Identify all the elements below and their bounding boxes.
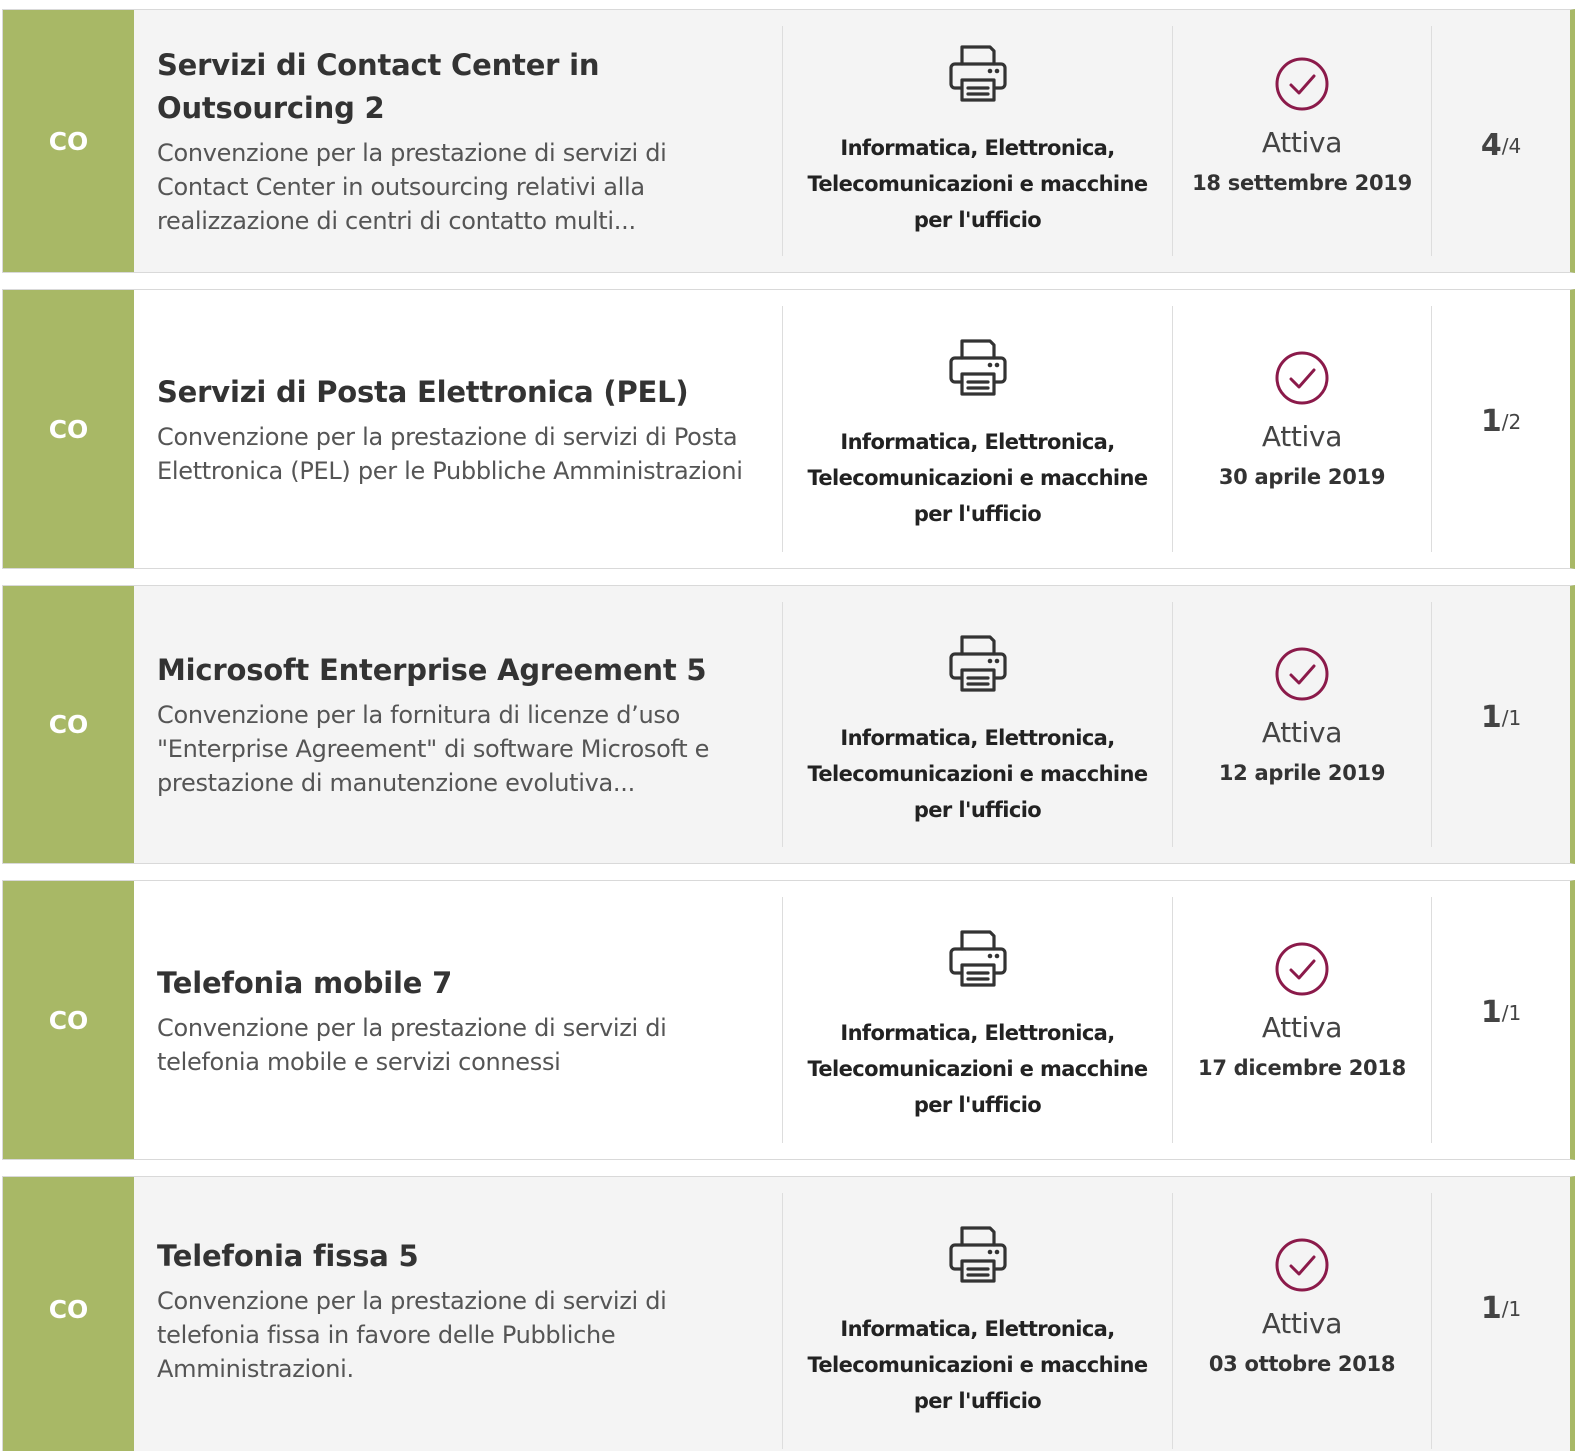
lot-count: 4/4 xyxy=(1432,10,1570,272)
convention-card[interactable]: CO Servizi di Posta Elettronica (PEL) Co… xyxy=(2,289,1575,569)
printer-icon xyxy=(948,1226,1007,1283)
convention-card[interactable]: CO Microsoft Enterprise Agreement 5 Conv… xyxy=(2,585,1575,864)
category-label: Informatica, Elettronica, Telecomunicazi… xyxy=(807,1317,1148,1413)
card-description: Convenzione per la prestazione di serviz… xyxy=(157,139,667,235)
status-cell: Attiva 18 settembre 2019 xyxy=(1172,26,1432,256)
status-cell: Attiva 17 dicembre 2018 xyxy=(1172,897,1432,1143)
type-code: CO xyxy=(48,1005,89,1035)
category-cell: Informatica, Elettronica, Telecomunicazi… xyxy=(782,306,1172,552)
lot-count-active: 1 xyxy=(1480,700,1502,735)
lot-count-total: 1 xyxy=(1508,706,1522,730)
card-info: Telefonia mobile 7 Convenzione per la pr… xyxy=(134,881,782,1159)
status-date: 17 dicembre 2018 xyxy=(1198,1056,1406,1080)
lot-count-separator: / xyxy=(1501,134,1509,158)
status-label: Attiva xyxy=(1261,1011,1343,1044)
convention-card[interactable]: CO Telefonia fissa 5 Convenzione per la … xyxy=(2,1176,1575,1451)
status-label: Attiva xyxy=(1261,420,1343,453)
lot-count-total: 2 xyxy=(1508,410,1522,434)
category-cell: Informatica, Elettronica, Telecomunicazi… xyxy=(782,602,1172,847)
status-label: Attiva xyxy=(1261,1307,1343,1340)
category-cell: Informatica, Elettronica, Telecomunicazi… xyxy=(782,26,1172,256)
category-label: Informatica, Elettronica, Telecomunicazi… xyxy=(807,136,1148,232)
card-title[interactable]: Telefonia fissa 5 xyxy=(157,1235,760,1278)
lot-count-total: 4 xyxy=(1508,134,1522,158)
check-circle-icon xyxy=(1275,351,1329,405)
category-label: Informatica, Elettronica, Telecomunicazi… xyxy=(807,430,1148,526)
lot-count-separator: / xyxy=(1501,410,1509,434)
status-date: 18 settembre 2019 xyxy=(1192,171,1412,195)
status-cell: Attiva 12 aprile 2019 xyxy=(1172,602,1432,847)
card-info: Servizi di Contact Center in Outsourcing… xyxy=(134,10,782,272)
lot-count: 1/1 xyxy=(1432,1177,1570,1451)
printer-icon xyxy=(948,339,1007,396)
type-code: CO xyxy=(48,710,89,739)
type-code: CO xyxy=(48,414,89,444)
lot-count-active: 1 xyxy=(1480,1291,1502,1326)
type-badge: CO xyxy=(3,586,134,863)
lot-count-total: 1 xyxy=(1508,1001,1522,1025)
category-cell: Informatica, Elettronica, Telecomunicazi… xyxy=(782,897,1172,1143)
card-info: Microsoft Enterprise Agreement 5 Convenz… xyxy=(134,586,782,863)
convention-card[interactable]: CO Telefonia mobile 7 Convenzione per la… xyxy=(2,880,1575,1160)
card-title[interactable]: Servizi di Contact Center in Outsourcing… xyxy=(157,44,760,130)
check-circle-icon xyxy=(1275,647,1329,701)
printer-icon xyxy=(948,45,1007,102)
type-badge: CO xyxy=(3,1177,134,1451)
type-code: CO xyxy=(48,1294,89,1324)
type-code: CO xyxy=(48,126,89,156)
check-circle-icon xyxy=(1275,1238,1329,1292)
card-title[interactable]: Microsoft Enterprise Agreement 5 xyxy=(157,649,760,692)
lot-count-total: 1 xyxy=(1508,1297,1522,1321)
lot-count: 1/1 xyxy=(1432,881,1570,1159)
check-circle-icon xyxy=(1275,942,1329,996)
status-date: 12 aprile 2019 xyxy=(1218,761,1386,785)
category-cell: Informatica, Elettronica, Telecomunicazi… xyxy=(782,1193,1172,1449)
card-description: Convenzione per la prestazione di serviz… xyxy=(157,1287,667,1383)
type-badge: CO xyxy=(3,881,134,1159)
convention-list: CO Servizi di Contact Center in Outsourc… xyxy=(0,0,1575,1451)
lot-count-active: 4 xyxy=(1480,128,1502,163)
printer-icon xyxy=(948,930,1007,987)
category-label: Informatica, Elettronica, Telecomunicazi… xyxy=(807,1021,1148,1117)
lot-count-active: 1 xyxy=(1480,404,1502,439)
status-label: Attiva xyxy=(1261,716,1343,749)
status-date: 30 aprile 2019 xyxy=(1218,465,1386,489)
category-label: Informatica, Elettronica, Telecomunicazi… xyxy=(807,726,1148,822)
type-badge: CO xyxy=(3,290,134,568)
lot-count-separator: / xyxy=(1501,1001,1509,1025)
status-date: 03 ottobre 2018 xyxy=(1208,1352,1396,1376)
status-cell: Attiva 30 aprile 2019 xyxy=(1172,306,1432,552)
card-description: Convenzione per la prestazione di serviz… xyxy=(157,1013,667,1076)
card-info: Telefonia fissa 5 Convenzione per la pre… xyxy=(134,1177,782,1451)
card-title[interactable]: Servizi di Posta Elettronica (PEL) xyxy=(157,371,760,414)
card-description: Convenzione per la fornitura di licenze … xyxy=(157,701,710,797)
status-cell: Attiva 03 ottobre 2018 xyxy=(1172,1193,1432,1449)
convention-card[interactable]: CO Servizi di Contact Center in Outsourc… xyxy=(2,9,1575,273)
card-description: Convenzione per la prestazione di serviz… xyxy=(157,422,743,485)
lot-count-separator: / xyxy=(1501,706,1509,730)
lot-count: 1/2 xyxy=(1432,290,1570,568)
check-circle-icon xyxy=(1275,57,1329,111)
printer-icon xyxy=(948,635,1007,692)
lot-count-active: 1 xyxy=(1480,995,1502,1030)
card-info: Servizi di Posta Elettronica (PEL) Conve… xyxy=(134,290,782,568)
status-label: Attiva xyxy=(1261,126,1343,159)
card-title[interactable]: Telefonia mobile 7 xyxy=(157,962,760,1005)
type-badge: CO xyxy=(3,10,134,272)
lot-count-separator: / xyxy=(1501,1297,1509,1321)
lot-count: 1/1 xyxy=(1432,586,1570,863)
